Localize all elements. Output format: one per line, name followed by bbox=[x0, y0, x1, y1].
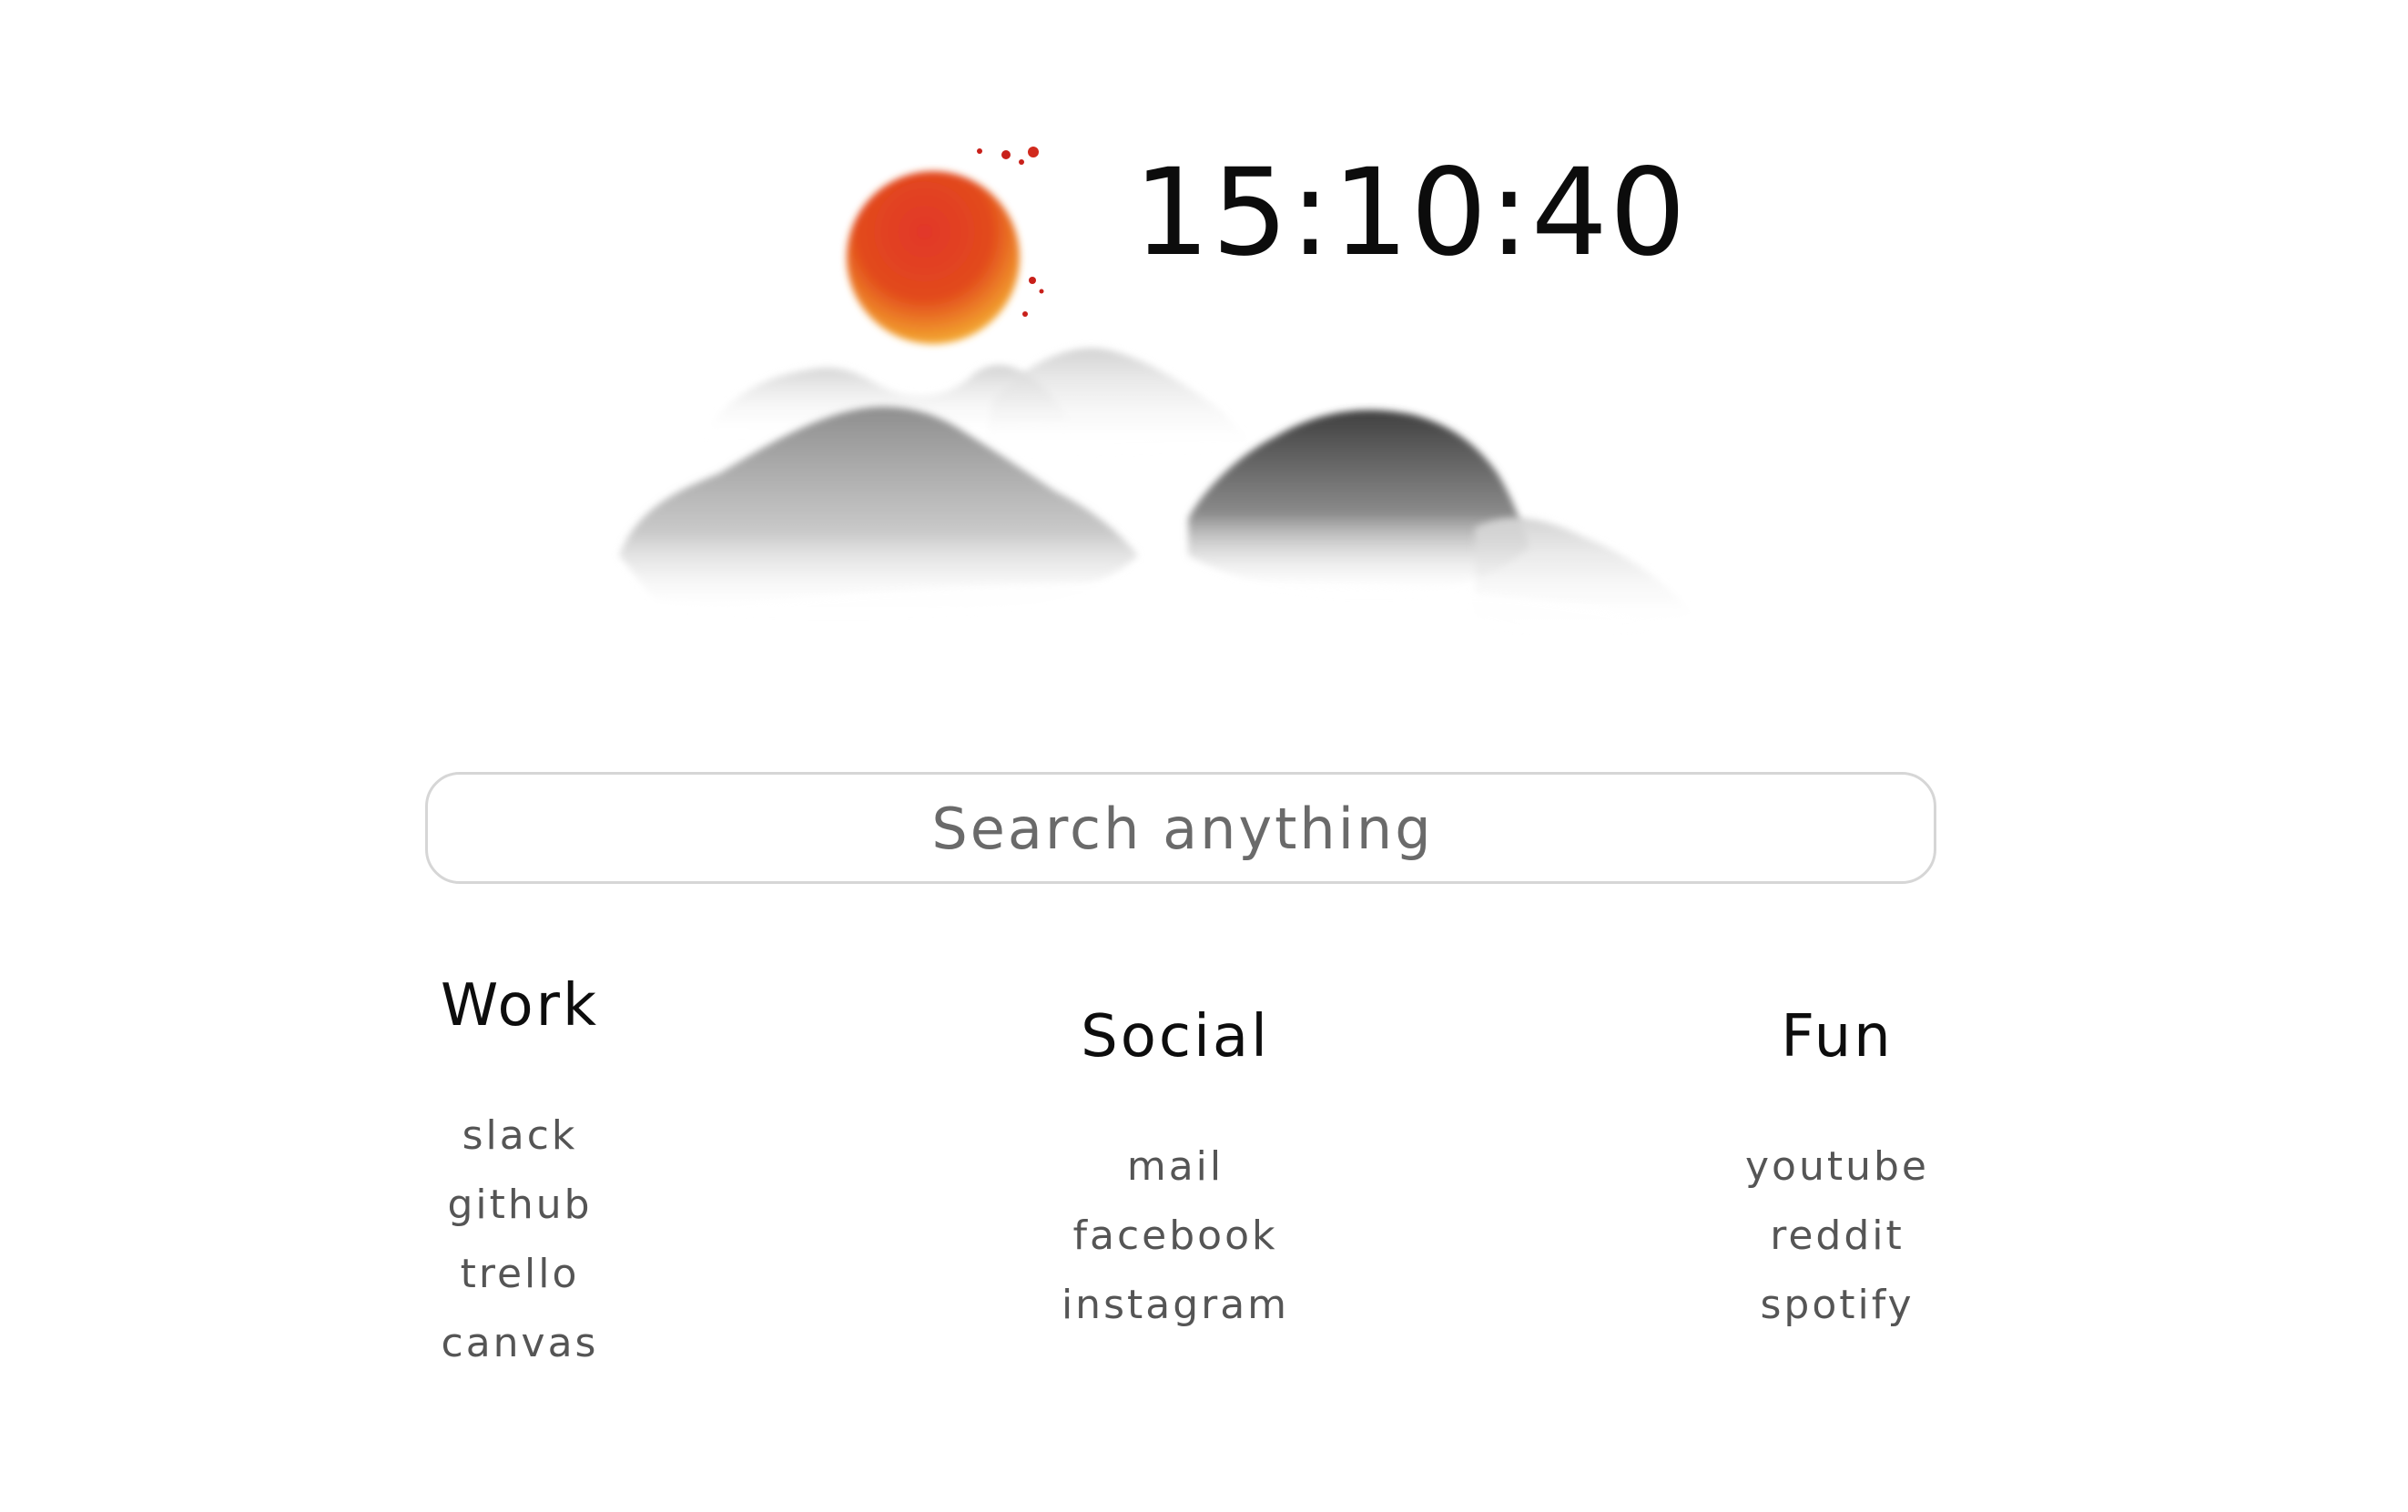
link-github[interactable]: github bbox=[447, 1182, 592, 1228]
column-title-work: Work bbox=[440, 972, 600, 1040]
column-title-social: Social bbox=[1081, 1003, 1270, 1071]
list-item: trello bbox=[292, 1240, 747, 1309]
link-canvas[interactable]: canvas bbox=[442, 1320, 599, 1366]
list-item: reddit bbox=[1610, 1202, 2065, 1271]
search-bar[interactable] bbox=[425, 772, 1937, 884]
links-column-social: Social mail facebook instagram bbox=[948, 1005, 1403, 1340]
link-trello[interactable]: trello bbox=[461, 1251, 580, 1297]
list-item: slack bbox=[292, 1101, 747, 1171]
link-list-social: mail facebook instagram bbox=[948, 1132, 1403, 1340]
sun-icon bbox=[847, 147, 1044, 344]
list-item: instagram bbox=[948, 1271, 1403, 1340]
link-slack[interactable]: slack bbox=[462, 1112, 578, 1159]
column-title-fun: Fun bbox=[1781, 1003, 1894, 1071]
list-item: canvas bbox=[292, 1309, 747, 1378]
list-item: github bbox=[292, 1171, 747, 1240]
clock-time: 15:10:40 bbox=[1133, 143, 1688, 283]
link-instagram[interactable]: instagram bbox=[1062, 1282, 1289, 1328]
search-input[interactable] bbox=[428, 775, 1937, 883]
link-youtube[interactable]: youtube bbox=[1745, 1143, 1929, 1190]
list-item: mail bbox=[948, 1132, 1403, 1202]
links-column-work: Work slack github trello canvas bbox=[292, 974, 747, 1378]
link-list-fun: youtube reddit spotify bbox=[1610, 1132, 2065, 1340]
link-reddit[interactable]: reddit bbox=[1770, 1213, 1905, 1259]
link-list-work: slack github trello canvas bbox=[292, 1101, 747, 1378]
list-item: youtube bbox=[1610, 1132, 2065, 1202]
list-item: spotify bbox=[1610, 1271, 2065, 1340]
list-item: facebook bbox=[948, 1202, 1403, 1271]
link-spotify[interactable]: spotify bbox=[1760, 1282, 1914, 1328]
link-mail[interactable]: mail bbox=[1127, 1143, 1224, 1190]
links-column-fun: Fun youtube reddit spotify bbox=[1610, 1005, 2065, 1340]
link-facebook[interactable]: facebook bbox=[1073, 1213, 1278, 1259]
